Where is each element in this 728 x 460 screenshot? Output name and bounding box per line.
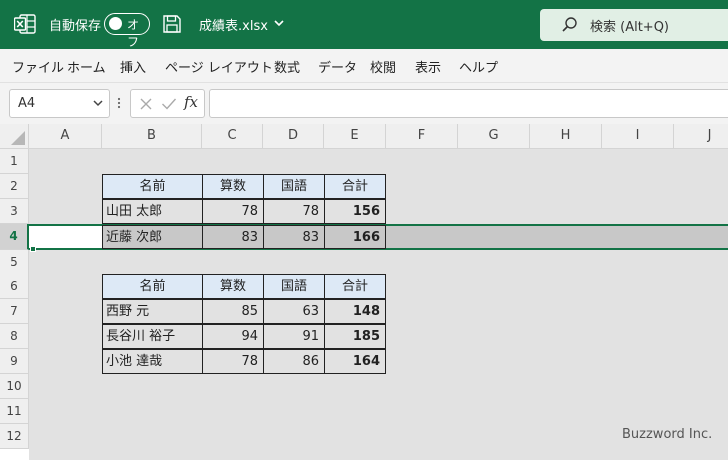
fill-handle[interactable] [30,246,36,252]
tab-view[interactable]: 表示 [415,57,441,76]
select-all-icon [11,131,25,145]
row-header-9[interactable]: 9 [0,349,29,374]
table2-header-math[interactable]: 算数 [202,274,264,299]
tab-insert[interactable]: 挿入 [120,57,146,76]
name-box[interactable]: A4 [9,89,110,118]
title-bar: 自動保存 オフ 成績表.xlsx 検索 (Alt+Q) [0,0,728,49]
file-name-text: 成績表.xlsx [199,19,268,34]
table1-cell-total[interactable]: 156 [324,199,386,224]
chevron-down-icon [92,97,104,109]
chevron-down-icon [273,17,285,32]
column-header-g[interactable]: G [458,124,530,149]
tab-data[interactable]: データ [318,57,357,76]
table2-cell-math[interactable]: 78 [202,349,264,374]
table1-cell-name[interactable]: 山田 太郎 [102,199,203,224]
toggle-knob [109,17,122,30]
formula-input[interactable] [209,89,728,118]
row-header-4[interactable]: 4 [0,224,29,250]
table1-header-math[interactable]: 算数 [202,174,264,199]
table2-cell-total[interactable]: 148 [324,299,386,324]
file-name[interactable]: 成績表.xlsx [199,15,285,34]
table1-header-total[interactable]: 合計 [324,174,386,199]
select-all-button[interactable] [0,124,29,149]
row-header-6[interactable]: 6 [0,274,29,299]
row-header-5[interactable]: 5 [0,250,29,275]
gridline [674,149,675,460]
table1-cell-math[interactable]: 83 [202,225,264,249]
check-icon[interactable] [161,97,177,111]
cancel-icon[interactable] [139,97,153,111]
row-header-11[interactable]: 11 [0,399,29,424]
row-header-7[interactable]: 7 [0,299,29,324]
column-header-i[interactable]: I [602,124,674,149]
tab-home[interactable]: ホーム [67,57,106,76]
row-header-1[interactable]: 1 [0,149,29,174]
excel-icon[interactable] [14,14,36,34]
formula-buttons: fx [130,89,205,118]
table2-header-total[interactable]: 合計 [324,274,386,299]
table1-header-name[interactable]: 名前 [102,174,203,199]
formula-bar: A4 fx [0,83,728,124]
watermark: Buzzword Inc. [622,427,713,442]
row-header-10[interactable]: 10 [0,374,29,399]
column-header-j[interactable]: J [674,124,728,149]
column-header-f[interactable]: F [386,124,458,149]
gridline [530,149,531,460]
table2-cell-name[interactable]: 長谷川 裕子 [102,324,203,349]
table2-cell-name[interactable]: 小池 達哉 [102,349,203,374]
tab-formulas[interactable]: 数式 [274,57,300,76]
autosave-label: 自動保存 [49,19,102,34]
row-header-3[interactable]: 3 [0,199,29,224]
table2-cell-math[interactable]: 85 [202,299,264,324]
table2-cell-total[interactable]: 185 [324,324,386,349]
table2-header-name[interactable]: 名前 [102,274,203,299]
gridline [602,149,603,460]
column-header-c[interactable]: C [202,124,263,149]
table2-cell-name[interactable]: 西野 元 [102,299,203,324]
column-header-b[interactable]: B [102,124,202,149]
table2-cell-japanese[interactable]: 63 [263,299,325,324]
table1-cell-japanese[interactable]: 78 [263,199,325,224]
autosave-state: オフ [127,18,140,49]
insert-function-icon[interactable]: fx [184,93,198,111]
row-header-8[interactable]: 8 [0,324,29,349]
search-placeholder: 検索 (Alt+Q) [590,20,670,35]
save-icon[interactable] [162,14,182,34]
table1-cell-name[interactable]: 近藤 次郎 [102,225,203,249]
table2-cell-math[interactable]: 94 [202,324,264,349]
table2-cell-total[interactable]: 164 [324,349,386,374]
autosave-toggle[interactable]: オフ [104,13,150,49]
tab-page-layout[interactable]: ページ レイアウト [165,57,273,76]
table1-cell-japanese[interactable]: 83 [263,225,325,249]
table2-cell-japanese[interactable]: 86 [263,349,325,374]
column-header-h[interactable]: H [530,124,602,149]
table1-cell-total[interactable]: 166 [324,225,386,249]
column-header-a[interactable]: A [29,124,102,149]
column-header-e[interactable]: E [324,124,386,149]
search-box[interactable]: 検索 (Alt+Q) [540,9,728,41]
more-vertical-icon[interactable] [117,95,121,111]
gridline [386,149,387,460]
gridline [458,149,459,460]
active-cell[interactable] [29,224,102,250]
ribbon-tabs: ファイル ホーム 挿入 ページ レイアウト 数式 データ 校閲 表示 ヘルプ [0,49,728,83]
tab-help[interactable]: ヘルプ [459,57,498,76]
table2-header-japanese[interactable]: 国語 [263,274,325,299]
name-box-value: A4 [18,96,36,111]
table1-header-japanese[interactable]: 国語 [263,174,325,199]
table1-cell-math[interactable]: 78 [202,199,264,224]
search-icon [560,15,580,35]
row-header-12[interactable]: 12 [0,424,29,449]
tab-file[interactable]: ファイル [12,57,64,76]
row-header-2[interactable]: 2 [0,174,29,199]
tab-review[interactable]: 校閲 [370,57,396,76]
column-header-d[interactable]: D [263,124,324,149]
table2-cell-japanese[interactable]: 91 [263,324,325,349]
